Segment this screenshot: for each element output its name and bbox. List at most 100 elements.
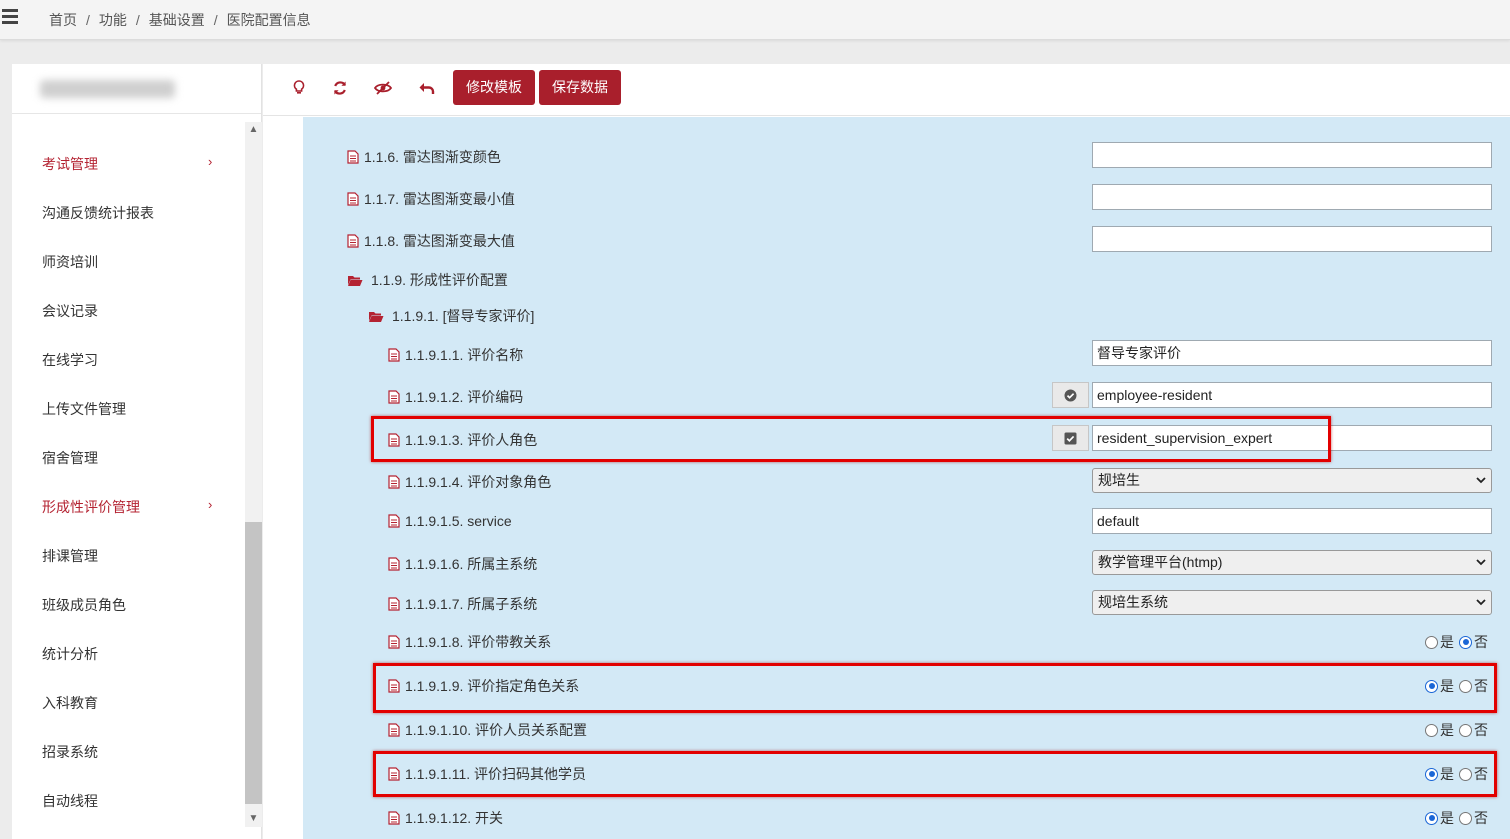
toolbar: 修改模板 保存数据 [263, 64, 1510, 116]
main-panel: 修改模板 保存数据 1.1.6. 雷达图渐变颜色 1.1.7. 雷达图渐变最小值… [263, 64, 1510, 839]
sub-system-select[interactable]: 规培生系统 [1092, 590, 1492, 615]
sidebar-item-exam-management[interactable]: 考试管理 [42, 154, 98, 174]
evaluatee-role-select[interactable]: 规培生 [1092, 468, 1492, 493]
radar-gradient-min-input[interactable] [1092, 184, 1492, 210]
edit-template-button[interactable]: 修改模板 [453, 70, 535, 105]
folder-open-icon [369, 311, 384, 322]
switch-radio-group: 是 否 [1425, 808, 1488, 828]
sidebar-item-dormitory[interactable]: 宿舍管理 [42, 448, 98, 468]
check-square-button[interactable] [1052, 425, 1089, 451]
scroll-up-icon[interactable]: ▲ [245, 122, 262, 138]
blurred-user-name [40, 80, 175, 98]
radio-yes[interactable] [1425, 635, 1438, 649]
chevron-right-icon: › [208, 497, 213, 512]
breadcrumb-basic-settings[interactable]: 基础设置 [149, 12, 205, 28]
file-icon [347, 234, 359, 248]
scan-other-students-radio-group: 是 否 [1425, 764, 1488, 784]
file-icon [347, 150, 359, 164]
chevron-down-icon [1476, 559, 1486, 566]
main-system-select[interactable]: 教学管理平台(htmp) [1092, 550, 1492, 575]
sidebar-item-scheduling[interactable]: 排课管理 [42, 546, 98, 566]
file-icon [388, 811, 400, 825]
sidebar-header [12, 64, 261, 114]
config-tree: 1.1.6. 雷达图渐变颜色 1.1.7. 雷达图渐变最小值 1.1.8. 雷达… [303, 117, 1510, 839]
breadcrumb-function[interactable]: 功能 [99, 12, 127, 28]
breadcrumb-home[interactable]: 首页 [49, 12, 77, 28]
sidebar-item-teacher-training[interactable]: 师资培训 [42, 252, 98, 272]
sidebar-item-formative-evaluation[interactable]: 形成性评价管理 [42, 497, 140, 517]
radio-no[interactable] [1459, 767, 1472, 781]
specified-role-relation-radio-group: 是 否 [1425, 676, 1488, 696]
sidebar-scrollbar[interactable]: ▲ ▼ [245, 122, 262, 827]
config-row-label: 1.1.6. 雷达图渐变颜色 [347, 147, 501, 167]
sidebar-item-department-orientation[interactable]: 入科教育 [42, 693, 98, 713]
radio-no[interactable] [1459, 723, 1472, 737]
check-circle-button[interactable] [1052, 382, 1089, 408]
file-icon [388, 475, 400, 489]
lightbulb-icon[interactable] [291, 79, 311, 99]
file-icon [388, 348, 400, 362]
config-row-label: 1.1.9.1.11. 评价扫码其他学员 [388, 764, 586, 784]
check-circle-icon [1064, 389, 1077, 402]
evaluation-code-input[interactable] [1092, 382, 1492, 408]
folder-node-formative-config[interactable]: 1.1.9. 形成性评价配置 [347, 270, 508, 290]
breadcrumb: 首页 / 功能 / 基础设置 / 医院配置信息 [49, 12, 311, 28]
config-row-label: 1.1.7. 雷达图渐变最小值 [347, 189, 515, 209]
radar-gradient-color-input[interactable] [1092, 142, 1492, 168]
folder-node-supervisor-evaluation[interactable]: 1.1.9.1. [督导专家评价] [368, 306, 534, 326]
sidebar-item-meeting-records[interactable]: 会议记录 [42, 301, 98, 321]
sidebar-item-file-upload[interactable]: 上传文件管理 [42, 399, 126, 419]
config-row-label: 1.1.9.1.5. service [388, 513, 512, 529]
scroll-down-icon[interactable]: ▼ [245, 811, 262, 827]
sidebar-item-feedback-report[interactable]: 沟通反馈统计报表 [42, 203, 154, 223]
file-icon [388, 767, 400, 781]
radio-yes[interactable] [1425, 767, 1438, 781]
sidebar-item-recruitment[interactable]: 招录系统 [42, 742, 98, 762]
top-bar: 首页 / 功能 / 基础设置 / 医院配置信息 [0, 0, 1510, 40]
radio-no[interactable] [1459, 679, 1472, 693]
radio-no[interactable] [1459, 635, 1472, 649]
sidebar-item-online-learning[interactable]: 在线学习 [42, 350, 98, 370]
chevron-down-icon [1476, 599, 1486, 606]
evaluation-name-input[interactable] [1092, 340, 1492, 366]
radar-gradient-max-input[interactable] [1092, 226, 1492, 252]
chevron-down-icon [1476, 477, 1486, 484]
config-row-label: 1.1.9.1.9. 评价指定角色关系 [388, 676, 579, 696]
config-row-label: 1.1.9.1.12. 开关 [388, 808, 503, 828]
radio-yes[interactable] [1425, 723, 1438, 737]
config-row-label: 1.1.9.1.1. 评价名称 [388, 345, 523, 365]
radio-yes[interactable] [1425, 811, 1438, 825]
config-row-label: 1.1.9.1.8. 评价带教关系 [388, 632, 551, 652]
file-icon [388, 723, 400, 737]
config-row-label: 1.1.9.1.6. 所属主系统 [388, 554, 537, 574]
file-icon [388, 514, 400, 528]
scrollbar-thumb[interactable] [245, 522, 262, 804]
service-input[interactable] [1092, 508, 1492, 534]
sidebar-item-statistics[interactable]: 统计分析 [42, 644, 98, 664]
file-icon [388, 557, 400, 571]
evaluator-role-input[interactable] [1092, 425, 1492, 451]
hamburger-menu-icon[interactable] [2, 9, 18, 25]
sidebar: 考试管理 › 沟通反馈统计报表 师资培训 会议记录 在线学习 上传文件管理 宿舍… [12, 64, 262, 839]
config-row-label: 1.1.9.1.3. 评价人角色 [388, 430, 537, 450]
file-icon [388, 679, 400, 693]
eye-slash-icon[interactable] [373, 79, 393, 99]
config-row-label: 1.1.9.1.10. 评价人员关系配置 [388, 720, 587, 740]
check-square-icon [1064, 432, 1077, 445]
staff-relation-radio-group: 是 否 [1425, 720, 1488, 740]
sidebar-item-auto-thread[interactable]: 自动线程 [42, 791, 98, 811]
file-icon [388, 597, 400, 611]
undo-icon[interactable] [418, 79, 438, 99]
radio-no[interactable] [1459, 811, 1472, 825]
sidebar-item-class-member-role[interactable]: 班级成员角色 [42, 595, 126, 615]
save-data-button[interactable]: 保存数据 [539, 70, 621, 105]
radio-yes[interactable] [1425, 679, 1438, 693]
folder-open-icon [348, 275, 363, 286]
config-row-label: 1.1.9.1.7. 所属子系统 [388, 594, 537, 614]
config-row-label: 1.1.9.1.4. 评价对象角色 [388, 472, 551, 492]
config-row-label: 1.1.8. 雷达图渐变最大值 [347, 231, 515, 251]
breadcrumb-current: 医院配置信息 [226, 12, 311, 28]
config-row-label: 1.1.9.1.2. 评价编码 [388, 387, 523, 407]
refresh-icon[interactable] [331, 79, 351, 99]
teaching-relation-radio-group: 是 否 [1425, 632, 1488, 652]
